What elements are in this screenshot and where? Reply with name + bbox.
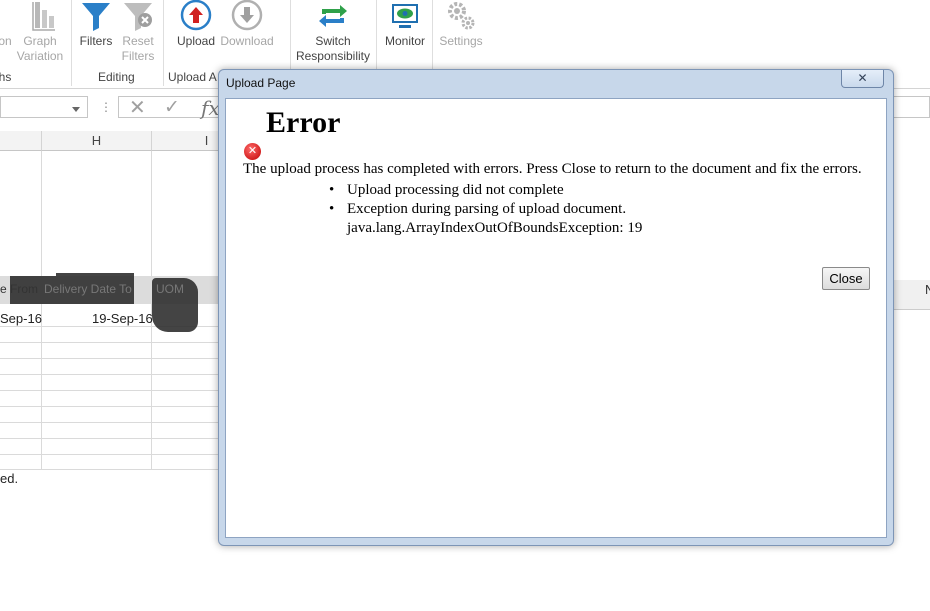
- name-box[interactable]: [0, 96, 88, 118]
- list-item-text: java.lang.ArrayIndexOutOfBoundsException…: [347, 220, 643, 236]
- enter-icon[interactable]: ✓: [164, 96, 180, 119]
- list-item: Upload processing did not complete: [329, 181, 642, 200]
- monitor-icon: [392, 4, 418, 28]
- download-label: Download: [220, 34, 274, 48]
- grid-line: [0, 358, 218, 359]
- filters-label: Filters: [79, 34, 113, 48]
- chevron-down-icon[interactable]: [72, 107, 80, 112]
- formula-bar-grip-icon: ⋮: [100, 100, 112, 114]
- graph-variation-button[interactable]: Graph Variation: [12, 0, 68, 64]
- upload-arrow-icon: [180, 0, 212, 31]
- header-cell-delivery-date-to: Delivery Date To: [44, 282, 132, 296]
- switch-label-1: Switch: [315, 34, 351, 48]
- dialog-close-button[interactable]: ✕: [841, 70, 884, 88]
- reset-filters-label-1: Reset: [122, 34, 154, 48]
- grid-line: [0, 374, 218, 375]
- list-item: Exception during parsing of upload docum…: [329, 200, 642, 238]
- grid-line: [0, 438, 218, 439]
- bar-chart-icon: [32, 2, 55, 31]
- monitor-button[interactable]: Monitor: [380, 0, 430, 49]
- filter-funnel-icon: [82, 3, 110, 31]
- list-item-text: Exception during parsing of upload docum…: [347, 201, 627, 217]
- graph-variation-label-2: Variation: [16, 49, 64, 63]
- upload-page-dialog: Upload Page ✕ Error ✕ The upload process…: [218, 69, 894, 546]
- editing-group-label: Editing: [98, 70, 135, 84]
- ribbon-separator: [71, 0, 72, 86]
- table-cell[interactable]: Sep-16: [0, 311, 42, 326]
- grid-line: [0, 469, 218, 470]
- grid-line: [0, 406, 218, 407]
- partial-ribbon-button[interactable]: on: [0, 34, 12, 49]
- dialog-title: Upload Page: [226, 76, 296, 90]
- error-heading: Error: [266, 106, 341, 139]
- reset-filter-icon: [124, 3, 152, 31]
- column-header-h[interactable]: H: [42, 131, 152, 151]
- close-button[interactable]: Close: [822, 267, 870, 290]
- filters-button[interactable]: Filters: [76, 0, 116, 49]
- switch-label-2: Responsibility: [295, 49, 371, 63]
- download-arrow-icon: [231, 0, 263, 31]
- switch-arrows-icon: [319, 5, 347, 27]
- table-cell[interactable]: 19-Sep-16: [92, 311, 153, 326]
- column-header-label: N: [925, 282, 930, 297]
- error-message: The upload process has completed with er…: [243, 161, 862, 177]
- upload-group-label: Upload A: [168, 70, 217, 84]
- cancel-icon[interactable]: ✕: [129, 95, 146, 120]
- reset-filters-button[interactable]: Reset Filters: [118, 0, 158, 64]
- insert-function-icon[interactable]: fx: [201, 96, 220, 120]
- upload-button[interactable]: Upload: [174, 0, 218, 49]
- settings-label: Settings: [439, 34, 483, 48]
- monitor-label: Monitor: [384, 34, 425, 48]
- download-button[interactable]: Download: [218, 0, 276, 49]
- switch-responsibility-button[interactable]: Switch Responsibility: [294, 0, 372, 64]
- dialog-body: Error ✕ The upload process has completed…: [225, 98, 887, 538]
- error-list: Upload processing did not complete Excep…: [329, 181, 642, 238]
- status-text: ed.: [0, 471, 19, 486]
- graph-variation-label-1: Graph: [23, 34, 57, 48]
- grid-line: [0, 454, 218, 455]
- error-icon: ✕: [244, 143, 261, 160]
- grid-line: [0, 342, 218, 343]
- ribbon-separator: [163, 0, 164, 86]
- grid-line: [0, 422, 218, 423]
- header-cell-uom: UOM: [156, 282, 184, 296]
- upload-label: Upload: [176, 34, 216, 48]
- settings-button[interactable]: Settings: [436, 0, 486, 49]
- close-icon: ✕: [857, 71, 868, 85]
- column-header-partial-right: N: [893, 280, 930, 310]
- partial-button-label: on: [0, 34, 12, 48]
- grid-line: [0, 390, 218, 391]
- header-cell-from: e From: [0, 282, 39, 296]
- gears-icon: [448, 2, 475, 30]
- reset-filters-label-2: Filters: [121, 49, 155, 63]
- graphs-group-label: ohs: [0, 70, 12, 84]
- column-header-partial[interactable]: [0, 131, 42, 151]
